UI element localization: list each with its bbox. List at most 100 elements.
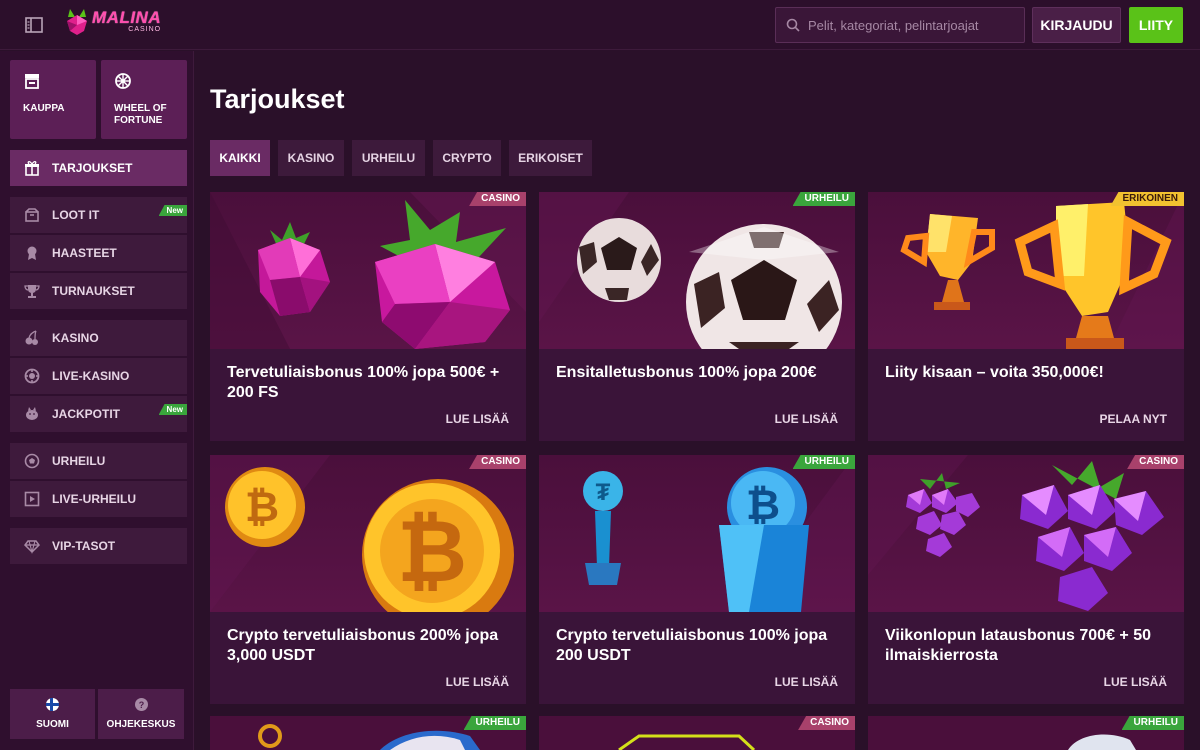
tab-casino[interactable]: KASINO bbox=[278, 140, 344, 176]
search-box[interactable] bbox=[775, 7, 1025, 43]
sidebar-item-label: VIP-TASOT bbox=[52, 539, 116, 553]
category-badge: CASINO bbox=[469, 192, 526, 206]
sidebar-item-label: KASINO bbox=[52, 331, 99, 345]
raspberry-logo-icon bbox=[67, 9, 87, 35]
read-more-link[interactable]: LUE LISÄÄ bbox=[446, 675, 509, 689]
category-badge: URHEILU bbox=[792, 455, 855, 469]
category-badge: CASINO bbox=[1127, 455, 1184, 469]
sidebar-tile-shop[interactable]: KAUPPA bbox=[10, 60, 96, 139]
sidebar-item-label: URHEILU bbox=[52, 454, 106, 468]
sidebar-item-label: LOOT IT bbox=[52, 208, 100, 222]
sidebar-item-casino[interactable]: KASINO bbox=[10, 320, 187, 356]
offer-card[interactable]: ₿ ₿ CASINO Crypto tervetuliaisbonus 200%… bbox=[210, 455, 526, 704]
category-badge: URHEILU bbox=[1121, 716, 1184, 730]
category-badge: CASINO bbox=[798, 716, 855, 730]
sidebar-item-sports[interactable]: URHEILU bbox=[10, 443, 187, 479]
offer-title: Tervetuliaisbonus 100% jopa 500€ + 200 F… bbox=[227, 364, 500, 401]
svg-text:₿: ₿ bbox=[746, 481, 780, 528]
diamond-icon bbox=[24, 538, 40, 554]
category-badge: ERIKOINEN bbox=[1110, 192, 1184, 206]
ball-icon bbox=[24, 453, 40, 469]
search-input[interactable] bbox=[808, 17, 1008, 33]
offer-title: Crypto tervetuliaisbonus 200% jopa 3,000… bbox=[227, 627, 499, 664]
offer-title: Viikonlopun latausbonus 700€ + 50 ilmais… bbox=[885, 627, 1152, 664]
sidebar-item-live-sports[interactable]: LIVE-URHEILU bbox=[10, 481, 187, 517]
sidebar-item-challenges[interactable]: HAASTEET bbox=[10, 235, 187, 271]
tab-specials[interactable]: ERIKOISET bbox=[509, 140, 592, 176]
language-button[interactable]: SUOMI bbox=[10, 689, 95, 739]
offer-title: Liity kisaan – voita 350,000€! bbox=[885, 364, 1104, 381]
sidebar-item-live-casino[interactable]: LIVE-KASINO bbox=[10, 358, 187, 394]
read-more-link[interactable]: LUE LISÄÄ bbox=[446, 412, 509, 426]
offer-card[interactable]: CASINO bbox=[539, 716, 855, 750]
tab-all[interactable]: KAIKKI bbox=[210, 140, 270, 176]
play-icon bbox=[24, 491, 40, 507]
sidebar-item-jackpots[interactable]: JACKPOTIT New bbox=[10, 396, 187, 432]
svg-text:₮: ₮ bbox=[596, 479, 611, 506]
trophy-icon bbox=[24, 283, 40, 299]
language-label: SUOMI bbox=[36, 719, 69, 730]
offer-image-football bbox=[539, 192, 855, 349]
offer-image-bitcoin: ₿ ₿ bbox=[210, 455, 526, 612]
category-badge: URHEILU bbox=[792, 192, 855, 206]
offer-card[interactable]: CASINO Tervetuliaisbonus 100% jopa 500€ … bbox=[210, 192, 526, 441]
sidebar-item-label: TARJOUKSET bbox=[52, 161, 133, 175]
sidebar-tile-wheel-of-fortune[interactable]: WHEEL OF FORTUNE bbox=[101, 60, 187, 139]
cherries-icon bbox=[24, 330, 40, 346]
new-badge: New bbox=[158, 205, 187, 216]
tile-label: WHEEL OF FORTUNE bbox=[114, 103, 167, 126]
offer-title: Crypto tervetuliaisbonus 100% jopa 200 U… bbox=[556, 627, 828, 664]
box-icon bbox=[24, 207, 40, 223]
tab-sports[interactable]: URHEILU bbox=[352, 140, 425, 176]
offer-image-raspberry bbox=[210, 192, 526, 349]
offer-card[interactable]: URHEILU bbox=[210, 716, 526, 750]
tab-crypto[interactable]: CRYPTO bbox=[433, 140, 501, 176]
shop-icon bbox=[25, 74, 39, 89]
read-more-link[interactable]: LUE LISÄÄ bbox=[775, 412, 838, 426]
sidebar-item-loot-it[interactable]: LOOT IT New bbox=[10, 197, 187, 233]
offer-card[interactable]: CASINO Viikonlopun latausbonus 700€ + 50… bbox=[868, 455, 1184, 704]
top-bar: MALINA CASINO KIRJAUDU LIITY bbox=[0, 0, 1200, 50]
sidebar-toggle-icon[interactable] bbox=[24, 15, 44, 35]
sidebar-item-vip-levels[interactable]: VIP-TASOT bbox=[10, 528, 187, 564]
sidebar-item-label: LIVE-URHEILU bbox=[52, 492, 136, 506]
sidebar: KAUPPA WHEEL OF FORTUNE TARJOUKSET LOOT … bbox=[0, 51, 194, 750]
medal-icon bbox=[24, 245, 40, 261]
finland-flag-icon bbox=[46, 698, 59, 714]
malina-logo[interactable]: MALINA CASINO bbox=[66, 9, 161, 35]
piggy-icon bbox=[24, 406, 40, 422]
sidebar-item-offers[interactable]: TARJOUKSET bbox=[10, 150, 187, 186]
read-more-link[interactable]: LUE LISÄÄ bbox=[775, 675, 838, 689]
offer-image-crypto-trophy: ₮ ₿ bbox=[539, 455, 855, 612]
svg-text:₿: ₿ bbox=[397, 504, 467, 600]
chip-icon bbox=[24, 368, 40, 384]
logo-name: MALINA bbox=[92, 8, 162, 27]
help-center-button[interactable]: ? OHJEKESKUS bbox=[98, 689, 184, 739]
sidebar-item-label: HAASTEET bbox=[52, 246, 117, 260]
offer-card[interactable]: ₮ ₿ URHEILU Crypto tervetuliaisbonus 100… bbox=[539, 455, 855, 704]
sidebar-item-label: LIVE-KASINO bbox=[52, 369, 130, 383]
new-badge: New bbox=[158, 404, 187, 415]
offer-card[interactable]: ERIKOINEN Liity kisaan – voita 350,000€!… bbox=[868, 192, 1184, 441]
sidebar-item-tournaments[interactable]: TURNAUKSET bbox=[10, 273, 187, 309]
play-now-link[interactable]: PELAA NYT bbox=[1099, 412, 1167, 426]
login-button[interactable]: KIRJAUDU bbox=[1032, 7, 1121, 43]
offer-card[interactable]: URHEILU Ensitalletusbonus 100% jopa 200€… bbox=[539, 192, 855, 441]
join-button[interactable]: LIITY bbox=[1129, 7, 1183, 43]
page-title: Tarjoukset bbox=[210, 84, 345, 114]
category-badge: CASINO bbox=[469, 455, 526, 469]
logo-sub: CASINO bbox=[128, 26, 162, 33]
tile-label: KAUPPA bbox=[23, 103, 65, 114]
offer-card[interactable]: URHEILU bbox=[868, 716, 1184, 750]
offer-title: Ensitalletusbonus 100% jopa 200€ bbox=[556, 364, 817, 381]
offer-image-trophy bbox=[868, 192, 1184, 349]
help-center-label: OHJEKESKUS bbox=[106, 719, 176, 730]
sidebar-item-label: TURNAUKSET bbox=[52, 284, 135, 298]
svg-text:₿: ₿ bbox=[245, 483, 279, 530]
svg-text:?: ? bbox=[138, 700, 144, 710]
search-icon bbox=[786, 18, 800, 32]
gift-icon bbox=[24, 160, 40, 176]
offer-image-grapes bbox=[868, 455, 1184, 612]
read-more-link[interactable]: LUE LISÄÄ bbox=[1104, 675, 1167, 689]
wheel-icon bbox=[115, 73, 131, 89]
